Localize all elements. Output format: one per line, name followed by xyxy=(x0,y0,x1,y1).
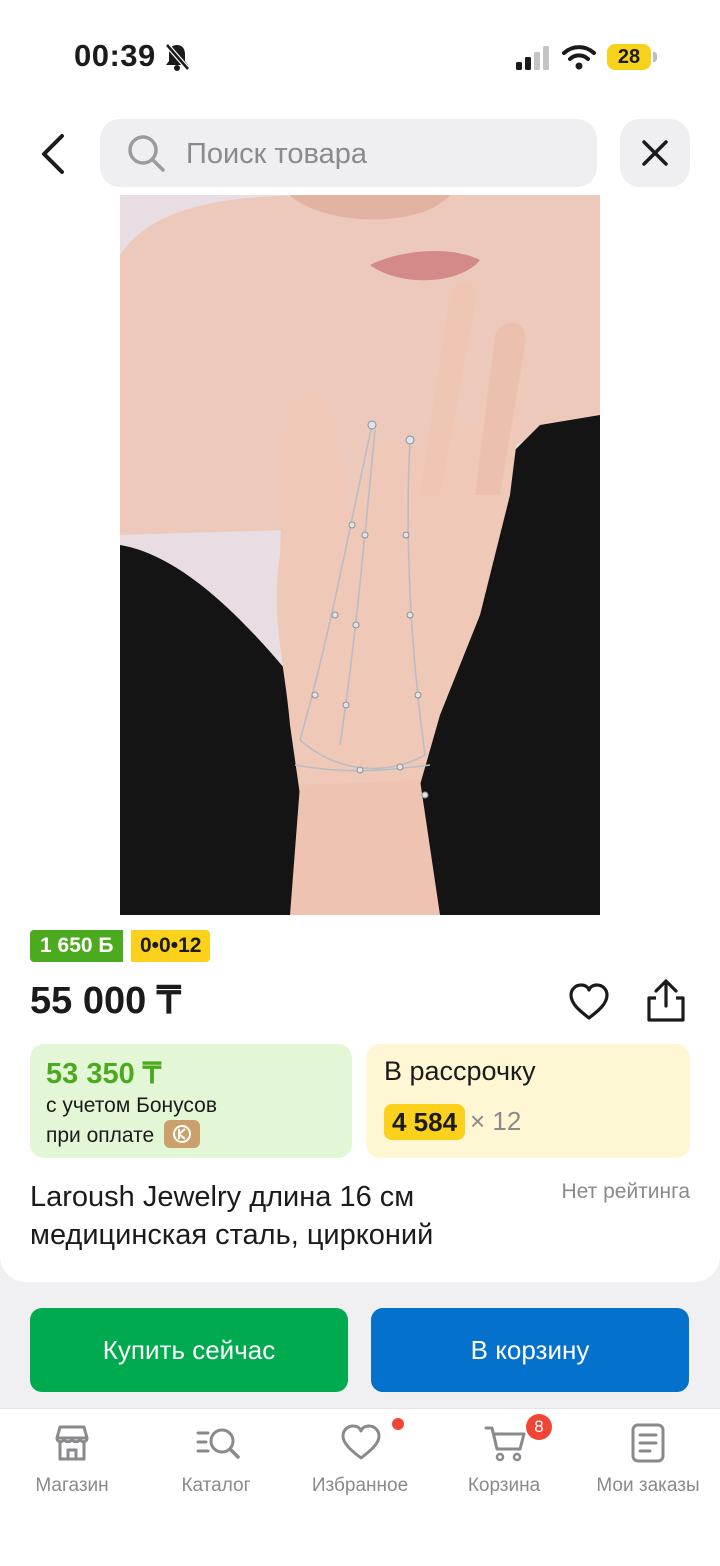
share-icon[interactable] xyxy=(644,978,688,1024)
search-input[interactable] xyxy=(184,129,578,179)
tab-favorites[interactable]: Избранное xyxy=(288,1409,432,1519)
installment-months: × 12 xyxy=(470,1106,522,1136)
bonus-badge: 1 650 Б xyxy=(30,930,124,962)
kaspi-wallet-icon xyxy=(164,1120,200,1148)
heart-outline-icon xyxy=(341,1424,381,1460)
tab-label: Корзина xyxy=(467,1475,541,1496)
tab-label: Каталог xyxy=(181,1475,251,1496)
cart-icon xyxy=(484,1426,526,1462)
product-photo-illustration xyxy=(120,195,600,915)
buy-now-button[interactable]: Купить сейчас xyxy=(30,1308,348,1392)
orders-icon xyxy=(631,1423,665,1463)
product-title: Laroush Jewelry длина 16 см медицинская … xyxy=(30,1181,434,1251)
tab-label: Избранное xyxy=(311,1475,409,1496)
installment-amount: 4 584 xyxy=(384,1104,466,1140)
search-bar[interactable] xyxy=(100,119,597,187)
store-icon xyxy=(55,1425,89,1461)
cart-count-badge: 8 xyxy=(526,1414,552,1440)
battery-cap xyxy=(653,52,657,62)
tab-store[interactable]: Магазин xyxy=(0,1409,144,1519)
bonus-price: 53 350 ₸ xyxy=(46,1058,162,1090)
installment-title: В рассрочку xyxy=(384,1056,536,1086)
tab-cart[interactable]: Корзина xyxy=(432,1409,576,1519)
bell-slash-icon xyxy=(165,43,190,71)
wifi-icon xyxy=(562,45,596,70)
close-icon xyxy=(642,140,668,166)
bonus-price-panel[interactable]: 53 350 ₸ с учетом Бонусов при оплате xyxy=(30,1044,352,1158)
search-icon xyxy=(128,135,165,172)
bonus-payment-caption: при оплате xyxy=(46,1124,155,1147)
installment-panel[interactable]: В рассрочку 4 584 × 12 xyxy=(366,1044,690,1158)
close-button[interactable] xyxy=(620,119,690,187)
product-card: 00:39 28 Поиск товара 1 650 Б 0•0•12 55 … xyxy=(0,0,720,1282)
signal-icon xyxy=(516,46,549,70)
tab-label: Мои заказы xyxy=(596,1475,700,1496)
tab-my-orders[interactable]: Мои заказы xyxy=(576,1409,720,1519)
tab-catalog[interactable]: Каталог xyxy=(144,1409,288,1519)
product-price: 55 000 ₸ xyxy=(30,980,181,1022)
catalog-search-icon xyxy=(196,1428,240,1459)
back-chevron-icon[interactable] xyxy=(36,132,76,176)
bonus-caption: с учетом Бонусов xyxy=(46,1094,217,1117)
rating-label[interactable]: Нет рейтинга xyxy=(561,1180,690,1204)
status-time: 00:39 xyxy=(74,38,156,73)
battery-level: 28 xyxy=(617,46,641,68)
heart-icon[interactable] xyxy=(568,982,610,1022)
battery-icon: 28 xyxy=(607,44,651,70)
favorites-notification-dot xyxy=(392,1418,404,1430)
product-image[interactable] xyxy=(120,195,600,915)
add-to-cart-button[interactable]: В корзину xyxy=(371,1308,689,1392)
installment-badge: 0•0•12 xyxy=(131,930,211,962)
tab-label: Магазин xyxy=(35,1475,109,1496)
bottom-tab-bar: Магазин Каталог Избранное Корзина Мои за… xyxy=(0,1408,720,1566)
